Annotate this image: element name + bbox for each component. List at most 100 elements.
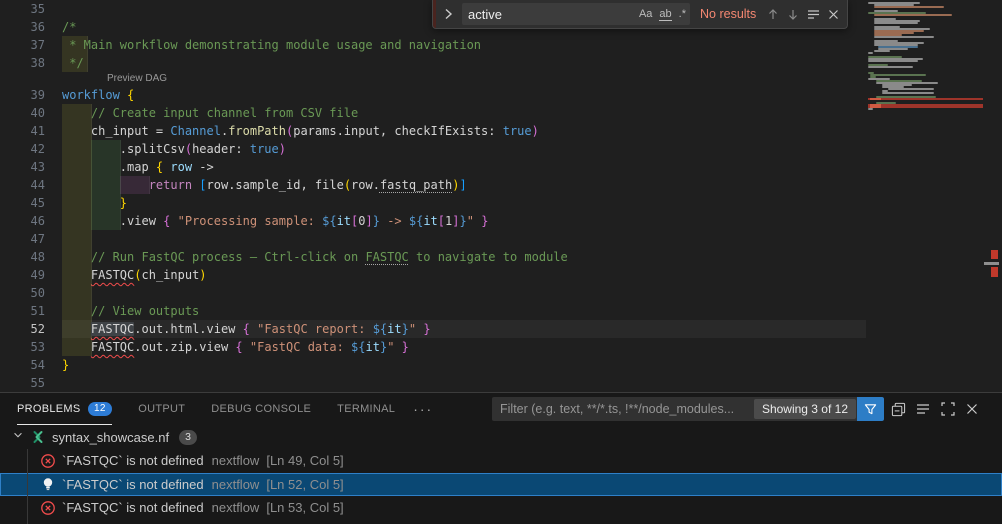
close-panel-icon[interactable]: [964, 401, 980, 417]
code-token: FASTQC: [365, 250, 408, 264]
indent-band: [62, 230, 92, 248]
code-token: Channel: [170, 124, 221, 138]
code-line[interactable]: 41 ch_input = Channel.fromPath(params.in…: [0, 122, 1002, 140]
tab-problems[interactable]: PROBLEMS 12: [17, 394, 112, 425]
code-line[interactable]: 54}: [0, 356, 1002, 374]
chevron-down-icon[interactable]: [12, 428, 24, 446]
code-line[interactable]: 44 return [row.sample_id, file(row.fastq…: [0, 176, 1002, 194]
code-line[interactable]: 37 * Main workflow demonstrating module …: [0, 36, 1002, 54]
close-find-icon[interactable]: [824, 4, 842, 24]
find-input[interactable]: [468, 7, 632, 22]
problem-location: [Ln 52, Col 5]: [266, 477, 343, 492]
code-line[interactable]: 38 */: [0, 54, 1002, 72]
problems-count-badge: 12: [88, 402, 113, 416]
line-content: // Create input channel from CSV file: [62, 104, 866, 122]
code-line[interactable]: 48 // Run FastQC process – Ctrl-click on…: [0, 248, 1002, 266]
line-content: // View outputs: [62, 302, 866, 320]
find-in-selection-icon[interactable]: [804, 4, 822, 24]
code-line[interactable]: 46 .view { "Processing sample: ${it[0]} …: [0, 212, 1002, 230]
minimap-line: [868, 110, 983, 112]
code-token: * Main workflow demonstrating module usa…: [62, 38, 481, 52]
code-token: ch_input: [142, 268, 200, 282]
code-token: }: [459, 214, 466, 228]
code-token: {: [243, 322, 250, 336]
whole-word-icon[interactable]: ab: [659, 8, 671, 20]
line-content: [62, 284, 866, 302]
code-token: ${: [409, 214, 423, 228]
line-number: 41: [0, 122, 45, 140]
code-token: // Run FastQC process – Ctrl-click on: [62, 250, 365, 264]
line-content: * Main workflow demonstrating module usa…: [62, 36, 866, 54]
previous-match-icon[interactable]: [764, 4, 782, 24]
line-number: 49: [0, 266, 45, 284]
more-tabs-icon[interactable]: ···: [413, 401, 433, 417]
problem-message: `FASTQC` is not defined: [62, 477, 204, 492]
code-line[interactable]: 49 FASTQC(ch_input): [0, 266, 1002, 284]
next-match-icon[interactable]: [784, 4, 802, 24]
match-case-icon[interactable]: Aa: [639, 8, 652, 20]
code-line[interactable]: 50: [0, 284, 1002, 302]
nextflow-file-icon: [30, 429, 46, 445]
code-line[interactable]: 42 .splitCsv(header: true): [0, 140, 1002, 158]
error-icon: [40, 453, 56, 469]
find-widget-accent: [433, 0, 436, 28]
code-token: [62, 340, 91, 354]
overview-ruler-cursor-mark: [984, 262, 999, 265]
code-token: fastq_path: [380, 178, 452, 192]
overview-ruler-error-mark: [991, 267, 998, 277]
minimap[interactable]: [868, 2, 983, 390]
filter-funnel-icon[interactable]: [857, 397, 884, 421]
line-number: 43: [0, 158, 45, 176]
collapse-all-icon[interactable]: [890, 401, 906, 417]
code-token: it: [387, 322, 401, 336]
line-content: [62, 230, 866, 248]
code-token: "Processing sample:: [178, 214, 323, 228]
code-line[interactable]: 43 .map { row ->: [0, 158, 1002, 176]
code-line[interactable]: 47: [0, 230, 1002, 248]
problem-row-selected[interactable]: `FASTQC` is not defined nextflow [Ln 52, C…: [0, 473, 1002, 497]
code-token: [: [438, 214, 445, 228]
tab-output[interactable]: OUTPUT: [138, 394, 185, 425]
tab-terminal[interactable]: TERMINAL: [337, 394, 395, 425]
gutter: [0, 72, 45, 86]
maximize-panel-icon[interactable]: [940, 401, 956, 417]
code-line[interactable]: 55: [0, 374, 1002, 392]
codelens-row: Preview DAG: [0, 72, 1002, 86]
filter-input[interactable]: Filter (e.g. text, **/*.ts, !**/node_mod…: [492, 402, 754, 416]
code-token: [170, 214, 177, 228]
line-number: 44: [0, 176, 45, 194]
bottom-panel: PROBLEMS 12 OUTPUT DEBUG CONSOLE TERMINA…: [0, 392, 1002, 524]
code-token: }: [402, 322, 409, 336]
code-token: true: [250, 142, 279, 156]
problems-file-group[interactable]: syntax_showcase.nf 3: [0, 425, 1002, 449]
code-token: {: [235, 340, 242, 354]
code-token: workflow: [62, 88, 127, 102]
codelens-preview-dag-link[interactable]: Preview DAG: [107, 72, 167, 86]
problem-message: `FASTQC` is not defined: [62, 500, 204, 515]
tab-debug-console[interactable]: DEBUG CONSOLE: [211, 394, 311, 425]
code-line[interactable]: 51 // View outputs: [0, 302, 1002, 320]
code-line[interactable]: 39workflow {: [0, 86, 1002, 104]
problem-row[interactable]: `FASTQC` is not definednextflow[Ln 53, C…: [0, 496, 1002, 520]
code-token: ): [199, 268, 206, 282]
code-editor[interactable]: 3536/*37 * Main workflow demonstrating m…: [0, 0, 1002, 392]
code-line[interactable]: 45 }: [0, 194, 1002, 212]
toggle-replace-chevron-icon[interactable]: [439, 4, 457, 24]
code-token: params.input, checkIfExists:: [293, 124, 503, 138]
code-token: (: [344, 178, 351, 192]
code-token: "FastQC data:: [250, 340, 351, 354]
problem-source: nextflow: [212, 477, 260, 492]
problem-message: `FASTQC` is not defined: [62, 453, 204, 468]
code-line[interactable]: 40 // Create input channel from CSV file: [0, 104, 1002, 122]
problem-source: nextflow: [212, 453, 260, 468]
panel-tabs: PROBLEMS 12 OUTPUT DEBUG CONSOLE TERMINA…: [0, 393, 1002, 425]
code-token: to navigate to module: [409, 250, 568, 264]
view-as-table-icon[interactable]: [915, 401, 931, 417]
code-line[interactable]: 53 FASTQC.out.zip.view { "FastQC data: $…: [0, 338, 1002, 356]
problem-location: [Ln 53, Col 5]: [266, 500, 343, 515]
code-line[interactable]: 52 FASTQC.out.html.view { "FastQC report…: [0, 320, 1002, 338]
code-token: [: [199, 178, 206, 192]
regex-icon[interactable]: .*: [679, 8, 686, 20]
problem-row[interactable]: `FASTQC` is not definednextflow[Ln 49, C…: [0, 449, 1002, 473]
code-token: ${: [351, 340, 365, 354]
